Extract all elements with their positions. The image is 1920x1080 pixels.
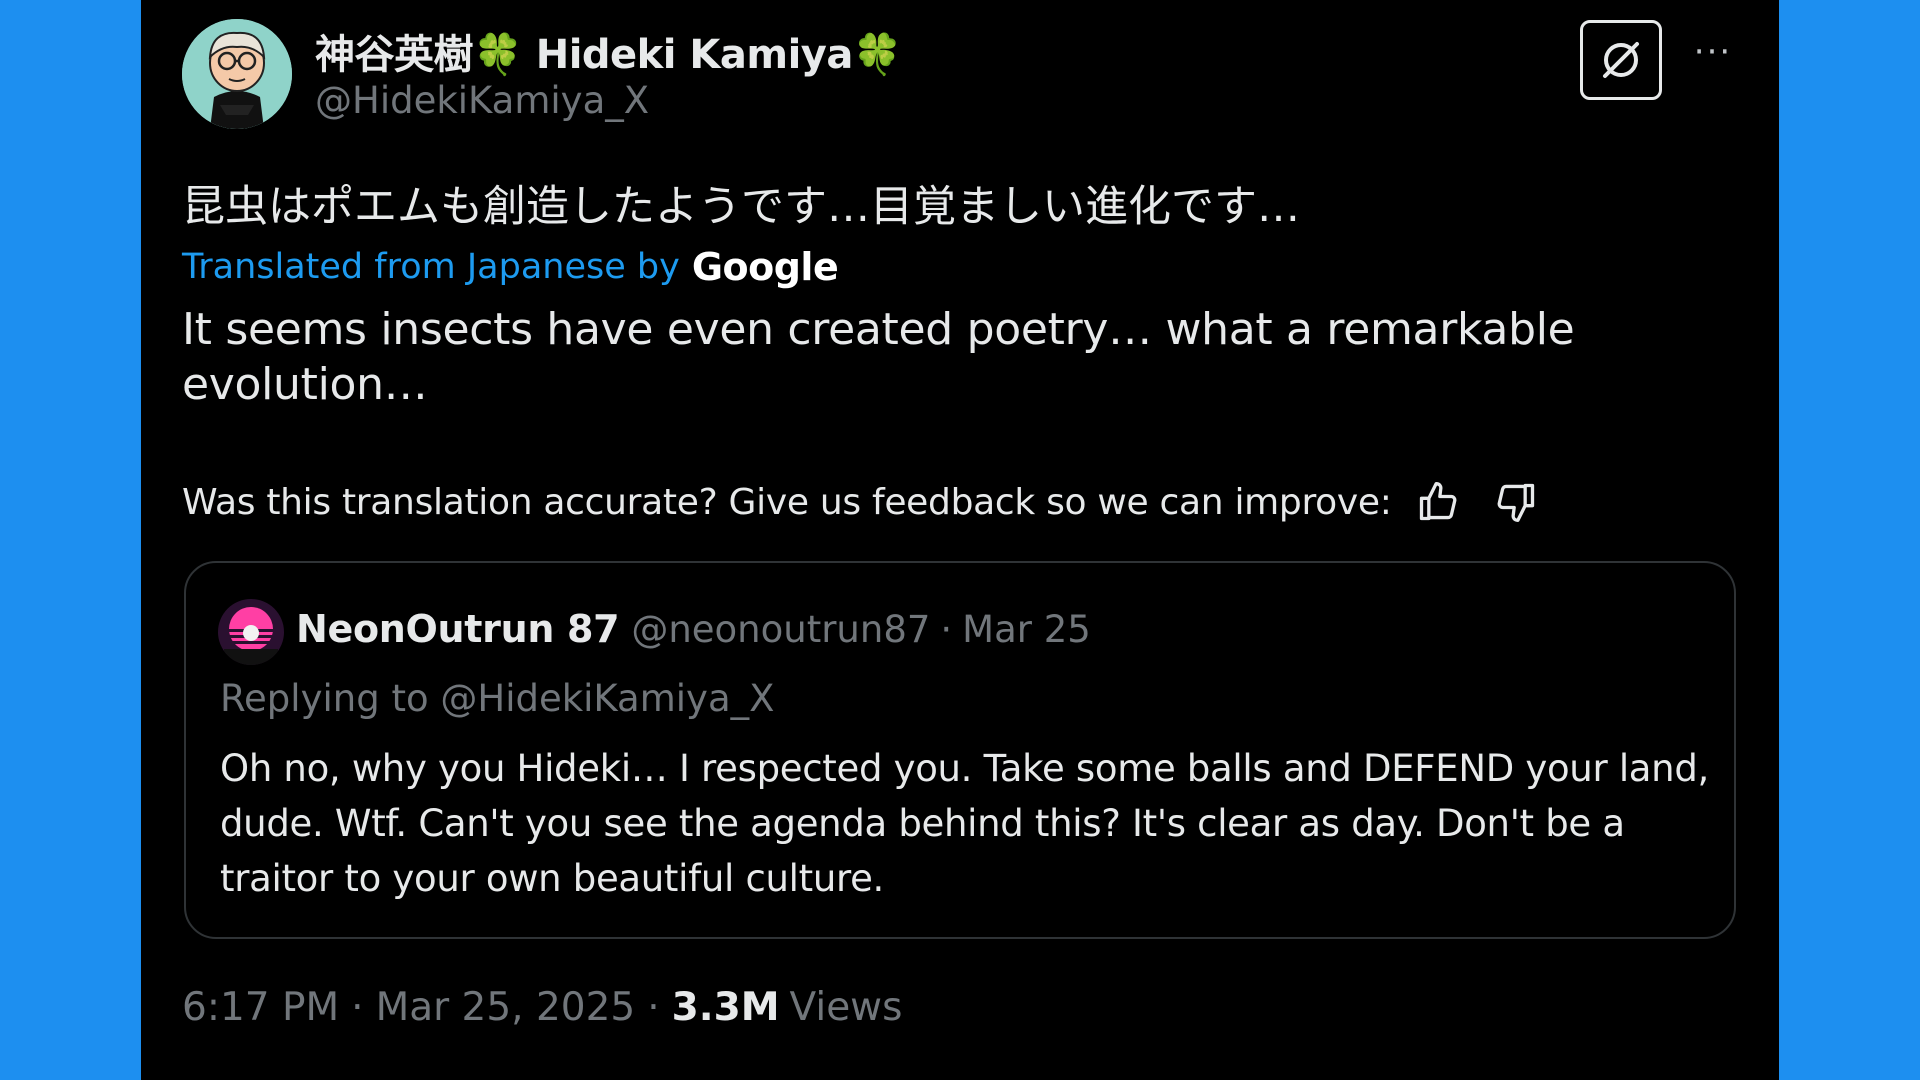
quoted-separator: · [940, 608, 953, 651]
google-logo: Google [691, 245, 839, 289]
replying-to-line: Replying to @HidekiKamiya_X [220, 677, 774, 720]
more-icon[interactable]: ··· [1688, 35, 1738, 80]
grok-button[interactable] [1580, 20, 1662, 100]
views-label: Views [789, 985, 903, 1030]
quoted-header: NeonOutrun 87 @neonoutrun87 · Mar 25 [296, 607, 1091, 651]
thumbs-down-icon [1497, 483, 1534, 522]
tweet-translated-text: It seems insects have even created poetr… [182, 304, 1575, 410]
replying-to-handle[interactable]: @HidekiKamiya_X [440, 677, 774, 720]
author-avatar[interactable] [182, 19, 292, 129]
grok-icon [1603, 42, 1639, 78]
meta-separator: · [351, 985, 364, 1030]
quoted-avatar-illustration [218, 599, 284, 665]
replying-prefix: Replying to [220, 677, 429, 720]
thumbs-down-button[interactable] [1492, 478, 1540, 526]
tweet-meta: 6:17 PM · Mar 25, 2025 · 3.3M Views [182, 985, 902, 1030]
tweet-date[interactable]: Mar 25, 2025 [376, 985, 636, 1030]
thumbs-up-icon [1419, 482, 1457, 521]
views-count: 3.3M [671, 985, 780, 1030]
quoted-tweet-text: Oh no, why you Hideki… I respected you. … [220, 747, 1709, 900]
author-handle[interactable]: @HidekiKamiya_X [315, 79, 649, 122]
avatar-illustration [182, 19, 292, 129]
tweet-original-text: 昆虫はポエムも創造したようです…目覚ましい進化です… [182, 182, 1300, 232]
thumbs-up-button[interactable] [1414, 478, 1462, 526]
author-display-name[interactable]: 神谷英樹🍀 Hideki Kamiya🍀 [315, 22, 903, 80]
quoted-author-name[interactable]: NeonOutrun 87 [296, 607, 620, 651]
translation-feedback: Was this translation accurate? Give us f… [182, 478, 1540, 526]
quoted-date[interactable]: Mar 25 [962, 608, 1091, 651]
quoted-author-avatar[interactable] [218, 599, 284, 665]
feedback-prompt: Was this translation accurate? Give us f… [182, 481, 1392, 523]
quoted-author-handle[interactable]: @neonoutrun87 [631, 608, 930, 651]
translated-label[interactable]: Translated from Japanese by [182, 247, 680, 287]
tweet-panel: 神谷英樹🍀 Hideki Kamiya🍀 @HidekiKamiya_X ···… [141, 0, 1779, 1080]
quoted-tweet[interactable]: NeonOutrun 87 @neonoutrun87 · Mar 25 Rep… [184, 561, 1736, 939]
translation-attribution: Translated from Japanese by Google [182, 245, 839, 289]
tweet-time[interactable]: 6:17 PM [182, 985, 339, 1030]
meta-separator: · [647, 985, 660, 1030]
